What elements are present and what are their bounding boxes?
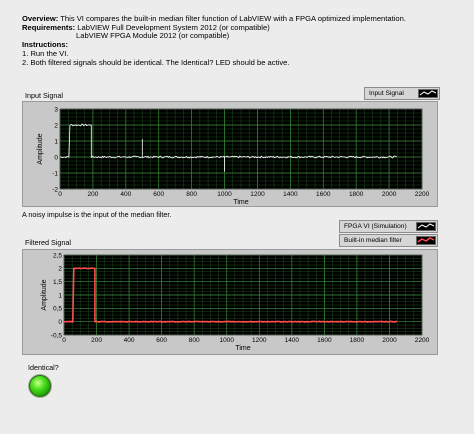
y-tick-label: -1: [52, 170, 58, 177]
x-tick-label: 800: [189, 337, 200, 344]
y-tick-label: -2: [52, 186, 58, 193]
identical-led-label: Identical?: [28, 363, 59, 372]
y-tick-label: 1: [58, 292, 62, 299]
overview-text: This VI compares the built-in median fil…: [58, 14, 406, 23]
fpga-legend-label: FPGA VI (Simulation): [344, 223, 407, 230]
x-axis-title: Time: [235, 345, 250, 352]
x-tick-label: 2200: [415, 191, 430, 198]
y-tick-label: 0: [58, 319, 62, 326]
fpga-legend-item[interactable]: FPGA VI (Simulation): [339, 220, 438, 233]
x-tick-label: 1000: [219, 337, 234, 344]
x-tick-label: 400: [120, 191, 131, 198]
x-tick-label: 2200: [415, 337, 430, 344]
input-note: A noisy impulse is the input of the medi…: [22, 210, 172, 219]
x-tick-label: 800: [186, 191, 197, 198]
x-tick-label: 1800: [350, 337, 365, 344]
y-tick-label: 3: [54, 106, 58, 113]
x-tick-label: 1600: [317, 337, 332, 344]
y-tick-label: 0,5: [53, 306, 62, 313]
overview-label: Overview:: [22, 14, 59, 23]
filtered-graph-label: Filtered Signal: [25, 238, 71, 247]
x-tick-label: 0: [62, 337, 66, 344]
x-tick-label: 400: [124, 337, 135, 344]
x-tick-label: 0: [58, 191, 62, 198]
fpga-legend-swatch-icon: [416, 222, 436, 231]
x-tick-label: 1800: [349, 191, 364, 198]
builtin-legend-item[interactable]: Built-in median filter: [339, 234, 438, 247]
x-tick-label: 200: [91, 337, 102, 344]
x-tick-label: 1400: [283, 191, 298, 198]
input-legend-swatch-icon: [418, 89, 438, 98]
x-tick-label: 1600: [316, 191, 331, 198]
y-tick-label: 1,5: [53, 279, 62, 286]
requirements-label: Requirements:: [22, 22, 76, 32]
x-tick-label: 1000: [217, 191, 232, 198]
y-tick-label: -0,5: [51, 332, 63, 339]
x-tick-label: 1400: [285, 337, 300, 344]
vi-description: Overview: This VI compares the built-in …: [22, 14, 462, 67]
requirements-line-1: LabVIEW Full Development System 2012 (or…: [75, 22, 270, 32]
y-axis-title: Amplitude: [37, 133, 44, 164]
builtin-legend-label: Built-in median filter: [344, 237, 402, 244]
x-tick-label: 1200: [250, 191, 265, 198]
input-graph-label: Input Signal: [25, 91, 63, 100]
filtered-signal-graph[interactable]: 0 200 400 600 800 1000 1200 1400 1600 1800 2000 220…: [22, 249, 438, 355]
x-tick-label: 200: [87, 191, 98, 198]
input-legend-item[interactable]: Input Signal: [364, 87, 440, 100]
input-legend-label: Input Signal: [369, 90, 404, 97]
y-axis-title: Amplitude: [41, 279, 48, 310]
identical-led-indicator[interactable]: [29, 375, 51, 397]
input-signal-graph[interactable]: 0 200 400 600 800 1000 1200 1400 1600 1800 2000 220…: [22, 101, 438, 207]
x-tick-label: 600: [153, 191, 164, 198]
instructions-label: Instructions:: [22, 40, 68, 50]
y-tick-label: 2: [58, 266, 62, 273]
x-tick-label: 2000: [382, 337, 397, 344]
y-tick-label: 1: [54, 138, 58, 145]
y-tick-label: 2,5: [53, 252, 62, 259]
y-tick-label: 2: [54, 122, 58, 129]
builtin-legend-swatch-icon: [416, 236, 436, 245]
x-tick-label: 600: [156, 337, 167, 344]
instruction-2: 2. Both filtered signals should be ident…: [22, 57, 290, 67]
requirements-line-2: LabVIEW FPGA Module 2012 (or compatible): [76, 31, 230, 41]
x-tick-label: 2000: [382, 191, 397, 198]
x-tick-label: 1200: [252, 337, 267, 344]
y-tick-label: 0: [54, 154, 58, 161]
x-axis-title: Time: [233, 199, 248, 206]
